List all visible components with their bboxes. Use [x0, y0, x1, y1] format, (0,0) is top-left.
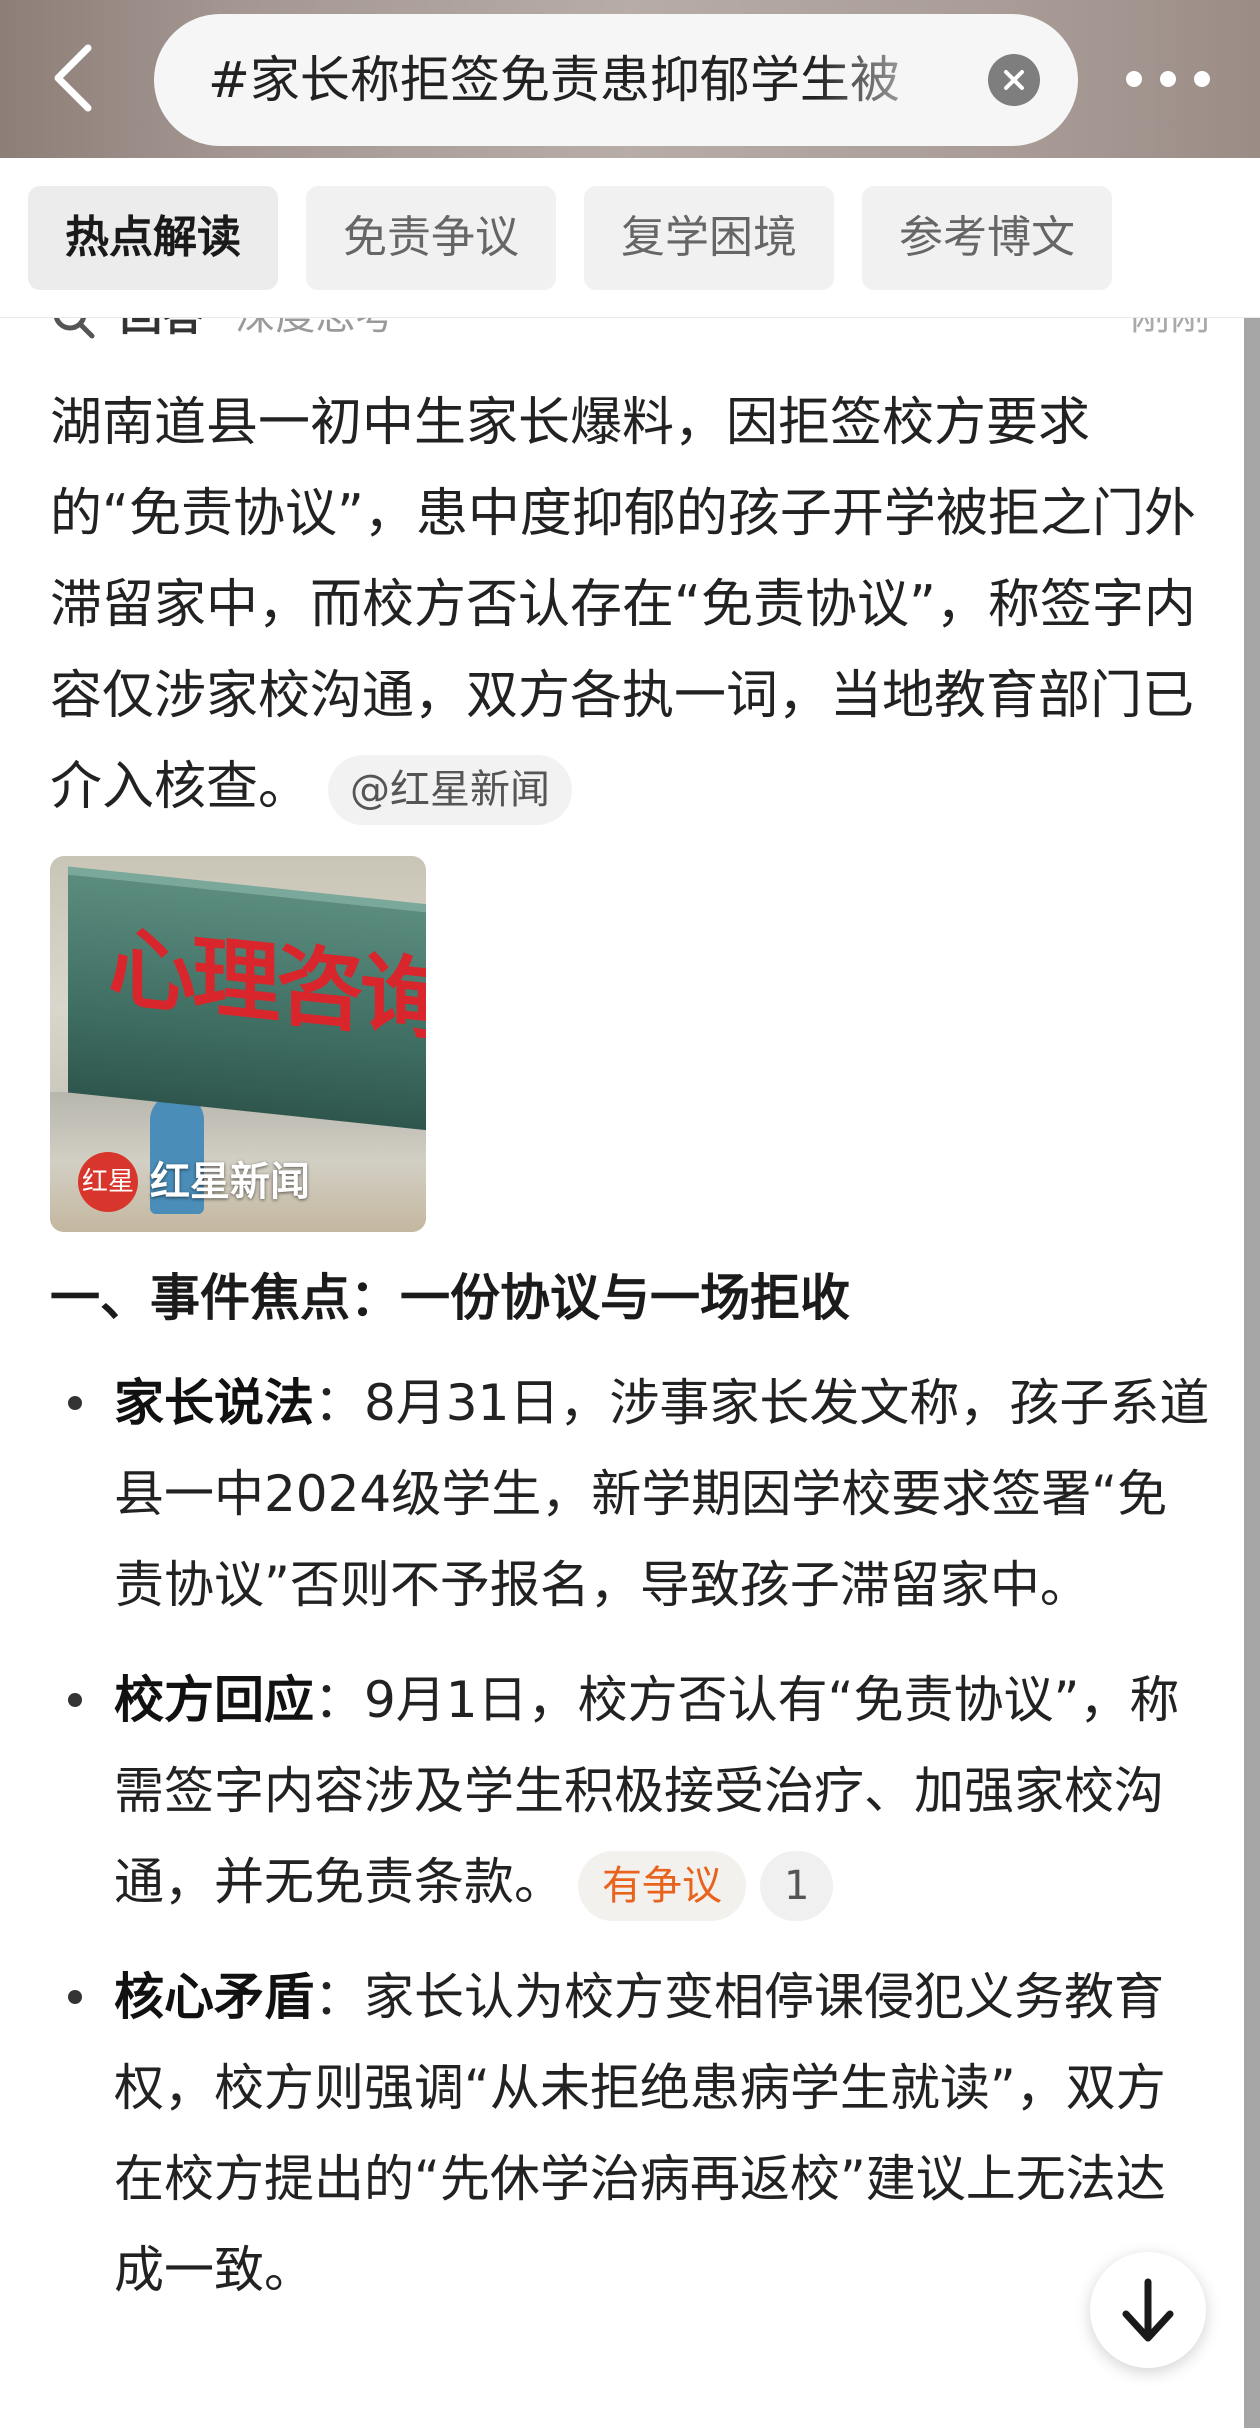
back-button[interactable] [40, 38, 120, 118]
list-item: 校方回应：9月1日，校方否认有“免责协议”，称需签字内容涉及学生积极接受治疗、加… [50, 1655, 1210, 1928]
more-dots-icon [1194, 71, 1210, 87]
news-image[interactable]: 心理咨询室 红星 红星新闻 [50, 856, 426, 1232]
bullet-dot [68, 1396, 82, 1410]
lead-text: 湖南道县一初中生家长爆料，因拒签校方要求的“免责协议”，患中度抑郁的孩子开学被拒… [50, 393, 1196, 817]
chevron-left-icon [54, 44, 92, 112]
lead-paragraph: 湖南道县一初中生家长爆料，因拒签校方要求的“免责协议”，患中度抑郁的孩子开学被拒… [50, 378, 1210, 833]
list-item: 家长说法：8月31日，涉事家长发文称，孩子系道县一中2024级学生，新学期因学校… [50, 1358, 1210, 1631]
search-bar[interactable]: #家长称拒签免责患抑郁学生被 [154, 14, 1078, 146]
tab-reference-posts[interactable]: 参考博文 [862, 186, 1112, 290]
answer-meta: 回答 · 深度思考 刚刚 [50, 318, 1210, 352]
bullet-title: 校方回应 [114, 1671, 314, 1729]
arrow-down-icon [1122, 2278, 1174, 2342]
tab-exemption-dispute[interactable]: 免责争议 [306, 186, 556, 290]
list-item: 核心矛盾：家长认为校方变相停课侵犯义务教育权，校方则强调“从未拒绝患病学生就读”… [50, 1952, 1210, 2316]
source-logo-icon: 红星 [78, 1152, 138, 1212]
tab-hot-interpretation[interactable]: 热点解读 [28, 186, 278, 290]
more-dots-icon [1160, 71, 1176, 87]
bullet-title: 核心矛盾 [114, 1968, 314, 2026]
focus-list: 家长说法：8月31日，涉事家长发文称，孩子系道县一中2024级学生，新学期因学校… [50, 1358, 1210, 2316]
bullet-title: 家长说法 [114, 1374, 314, 1432]
clear-search-button[interactable] [988, 54, 1040, 106]
thinking-mode[interactable]: · 深度思考 [210, 318, 395, 352]
bullet-dot [68, 1990, 82, 2004]
bullet-dot [68, 1693, 82, 1707]
top-bar: #家长称拒签免责患抑郁学生被 [0, 0, 1260, 158]
section-heading: 一、事件焦点：一份协议与一场拒收 [50, 1269, 850, 1327]
search-icon [53, 318, 95, 339]
dispute-tag[interactable]: 有争议 [578, 1850, 746, 1921]
answer-label: 回答 [120, 318, 204, 352]
answer-content[interactable]: 回答 · 深度思考 刚刚 湖南道县一初中生家长爆料，因拒签校方要求的“免责协议”… [0, 318, 1244, 2428]
reference-count-badge[interactable]: 1 [760, 1850, 834, 1921]
scrollbar[interactable] [1244, 318, 1260, 2428]
image-source-name: 红星新闻 [150, 1159, 310, 1205]
close-icon [1004, 70, 1024, 90]
answer-time: 刚刚 [1130, 318, 1210, 352]
search-input[interactable]: #家长称拒签免责患抑郁学生被 [208, 14, 968, 146]
scroll-down-button[interactable] [1090, 2252, 1206, 2368]
tab-return-dilemma[interactable]: 复学困境 [584, 186, 834, 290]
more-dots-icon [1126, 71, 1142, 87]
more-button[interactable] [1118, 54, 1246, 104]
source-chip[interactable]: @红星新闻 [328, 755, 573, 825]
topic-tabs: 热点解读 免责争议 复学困境 参考博文 [0, 158, 1260, 318]
